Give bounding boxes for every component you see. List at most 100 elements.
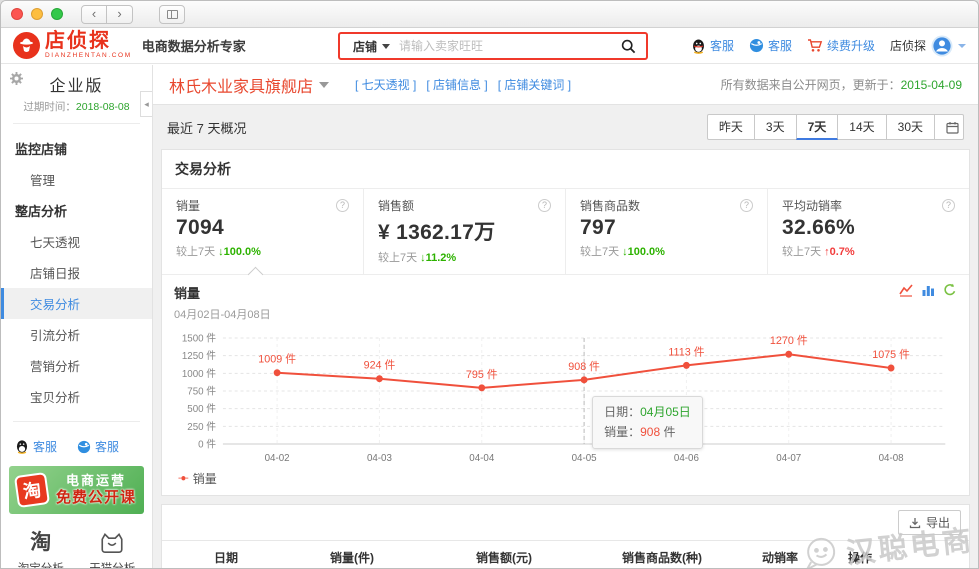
link-shop-keywords[interactable]: [ 店铺关键词 ] (498, 76, 571, 93)
table-header-row: 日期 销量(件) 销售额(元) 销售商品数(种) 动销率 操作 (162, 541, 969, 568)
svg-text:1075 件: 1075 件 (872, 348, 910, 361)
trade-analysis-panel: 交易分析 销量? 7094 较上7天↓100.0% 销售额? ¥ 1362.17… (161, 149, 970, 496)
col-index (162, 541, 204, 568)
qq-service-link[interactable]: 客服 (15, 438, 57, 455)
history-nav-group: ‹ › (81, 5, 133, 24)
qq-service-label: 客服 (710, 37, 734, 54)
sidebar-item-traffic-analysis[interactable]: 引流分析 (1, 319, 152, 350)
refresh-icon[interactable] (943, 283, 957, 297)
stat-compare: 较上7天↓100.0% (176, 243, 349, 259)
bar-chart-toggle[interactable] (921, 283, 935, 297)
stat-cards: 销量? 7094 较上7天↓100.0% 销售额? ¥ 1362.17万 较上7… (162, 189, 969, 274)
svg-text:04-05: 04-05 (572, 453, 597, 464)
search-category-dropdown[interactable]: 店铺 (340, 38, 399, 55)
seller-search-box: 店铺 (338, 32, 648, 60)
col-actions: 操作 (838, 541, 969, 568)
qq-service-link[interactable]: 客服 (691, 37, 734, 54)
zoom-window-button[interactable] (51, 8, 63, 20)
tool-grid: 淘 淘宝分析 天猫分析 无线分析 (1, 521, 152, 568)
chart-tooltip: 日期：04月05日 销量：908 件 (592, 396, 703, 449)
svg-text:1270 件: 1270 件 (770, 334, 808, 347)
sales-line-chart[interactable]: 0 件250 件500 件750 件1000 件1250 件1500 件04-0… (174, 326, 957, 468)
legend-label: 销量 (193, 470, 217, 487)
help-icon[interactable]: ? (740, 199, 753, 212)
stat-compare: 较上7天↓11.2% (378, 249, 551, 265)
stat-card-product-count[interactable]: 销售商品数? 797 较上7天↓100.0% (566, 189, 768, 274)
calendar-icon (946, 121, 959, 134)
chart-canvas: 0 件250 件500 件750 件1000 件1250 件1500 件04-0… (174, 326, 957, 468)
svg-text:04-07: 04-07 (776, 453, 801, 464)
app-logo[interactable]: 店侦探 DIANZHENTAN.COM (13, 31, 132, 60)
wangwang-service-link[interactable]: 客服 (749, 37, 792, 54)
sidebar-item-trade-analysis[interactable]: 交易分析 (1, 288, 152, 319)
search-input[interactable] (399, 39, 610, 53)
stat-card-sales-amount[interactable]: 销售额? ¥ 1362.17万 较上7天↓11.2% (364, 189, 566, 274)
tmall-cat-icon (77, 529, 149, 557)
sidebar-service-row: 客服 客服 (1, 431, 152, 459)
sidebar-item-marketing-analysis[interactable]: 营销分析 (1, 350, 152, 381)
sidebar-item-daily-report[interactable]: 店铺日报 (1, 257, 152, 288)
ad-line1: 电商运营 (55, 473, 137, 489)
link-seven-day[interactable]: [ 七天透视 ] (355, 76, 416, 93)
svg-text:04-03: 04-03 (367, 453, 392, 464)
service-label: 客服 (33, 438, 57, 455)
stat-card-sales-volume[interactable]: 销量? 7094 较上7天↓100.0% (162, 189, 364, 274)
course-ad-banner[interactable]: 淘 电商运营 免费公开课 (9, 466, 144, 514)
help-icon[interactable]: ? (538, 199, 551, 212)
account-menu[interactable]: 店侦探 (890, 35, 966, 57)
close-window-button[interactable] (11, 8, 23, 20)
sidebar-item-item-analysis[interactable]: 宝贝分析 (1, 381, 152, 412)
shop-bar: 林氏木业家具旗舰店 [ 七天透视 ] [ 店铺信息 ] [ 店铺关键词 ] 所有… (153, 65, 978, 105)
svg-text:0 件: 0 件 (198, 438, 216, 450)
tool-taobao-analysis[interactable]: 淘 淘宝分析 (5, 529, 77, 568)
calendar-picker-button[interactable] (934, 114, 964, 140)
show-tabs-button[interactable] (159, 5, 185, 24)
stat-value: 7094 (176, 216, 349, 240)
sidebar-item-manage[interactable]: 管理 (1, 164, 152, 195)
expire-date: 2018-08-08 (76, 101, 130, 113)
svg-text:924 件: 924 件 (364, 359, 396, 372)
delta-badge: ↓100.0% (622, 246, 665, 258)
renew-upgrade-link[interactable]: 续费升级 (807, 37, 875, 54)
svg-text:04-08: 04-08 (879, 453, 904, 464)
search-button[interactable] (610, 34, 646, 58)
stat-value: 797 (580, 216, 753, 240)
sidebar-item-seven-day[interactable]: 七天透视 (1, 226, 152, 257)
range-3day-button[interactable]: 3天 (754, 114, 797, 140)
svg-text:250 件: 250 件 (187, 421, 216, 433)
content-area: 林氏木业家具旗舰店 [ 七天透视 ] [ 店铺信息 ] [ 店铺关键词 ] 所有… (153, 65, 978, 568)
range-14day-button[interactable]: 14天 (837, 114, 886, 140)
export-button[interactable]: 导出 (898, 510, 961, 535)
download-icon (909, 517, 921, 529)
stat-value: 32.66% (782, 216, 955, 240)
taobao-badge-icon: 淘 (14, 472, 50, 508)
stat-compare: 较上7天↑0.7% (782, 243, 955, 259)
help-icon[interactable]: ? (942, 199, 955, 212)
wangwang-service-link[interactable]: 客服 (77, 438, 119, 455)
sidebar-collapse-button[interactable]: ◂ (140, 91, 152, 117)
minimize-window-button[interactable] (31, 8, 43, 20)
shop-quick-links: [ 七天透视 ] [ 店铺信息 ] [ 店铺关键词 ] (355, 76, 571, 93)
forward-button[interactable]: › (107, 5, 133, 24)
stat-label: 销售额 (378, 197, 414, 214)
link-shop-info[interactable]: [ 店铺信息 ] (426, 76, 487, 93)
tool-tmall-analysis[interactable]: 天猫分析 (77, 529, 149, 568)
stat-label: 平均动销率 (782, 197, 842, 214)
expire-label: 过期时间： (23, 101, 76, 113)
gear-icon[interactable] (10, 72, 23, 90)
svg-text:1113 件: 1113 件 (668, 345, 704, 358)
sidebar: 企业版 过期时间：2018-08-08 ◂ 监控店铺 管理 整店分析 七天透视 … (1, 65, 153, 568)
qq-penguin-icon (15, 439, 29, 454)
back-button[interactable]: ‹ (81, 5, 107, 24)
line-chart-toggle[interactable] (899, 283, 913, 297)
stat-card-turnover-rate[interactable]: 平均动销率? 32.66% 较上7天↑0.7% (768, 189, 969, 274)
svg-text:04-02: 04-02 (265, 453, 290, 464)
range-30day-button[interactable]: 30天 (886, 114, 935, 140)
chart-title: 销量 (174, 283, 271, 302)
col-sales: 销量(件) (320, 541, 466, 568)
range-yesterday-button[interactable]: 昨天 (707, 114, 755, 140)
range-7day-button[interactable]: 7天 (796, 114, 839, 140)
shop-name-dropdown[interactable]: 林氏木业家具旗舰店 (169, 73, 329, 97)
help-icon[interactable]: ? (336, 199, 349, 212)
account-name: 店侦探 (890, 37, 926, 54)
